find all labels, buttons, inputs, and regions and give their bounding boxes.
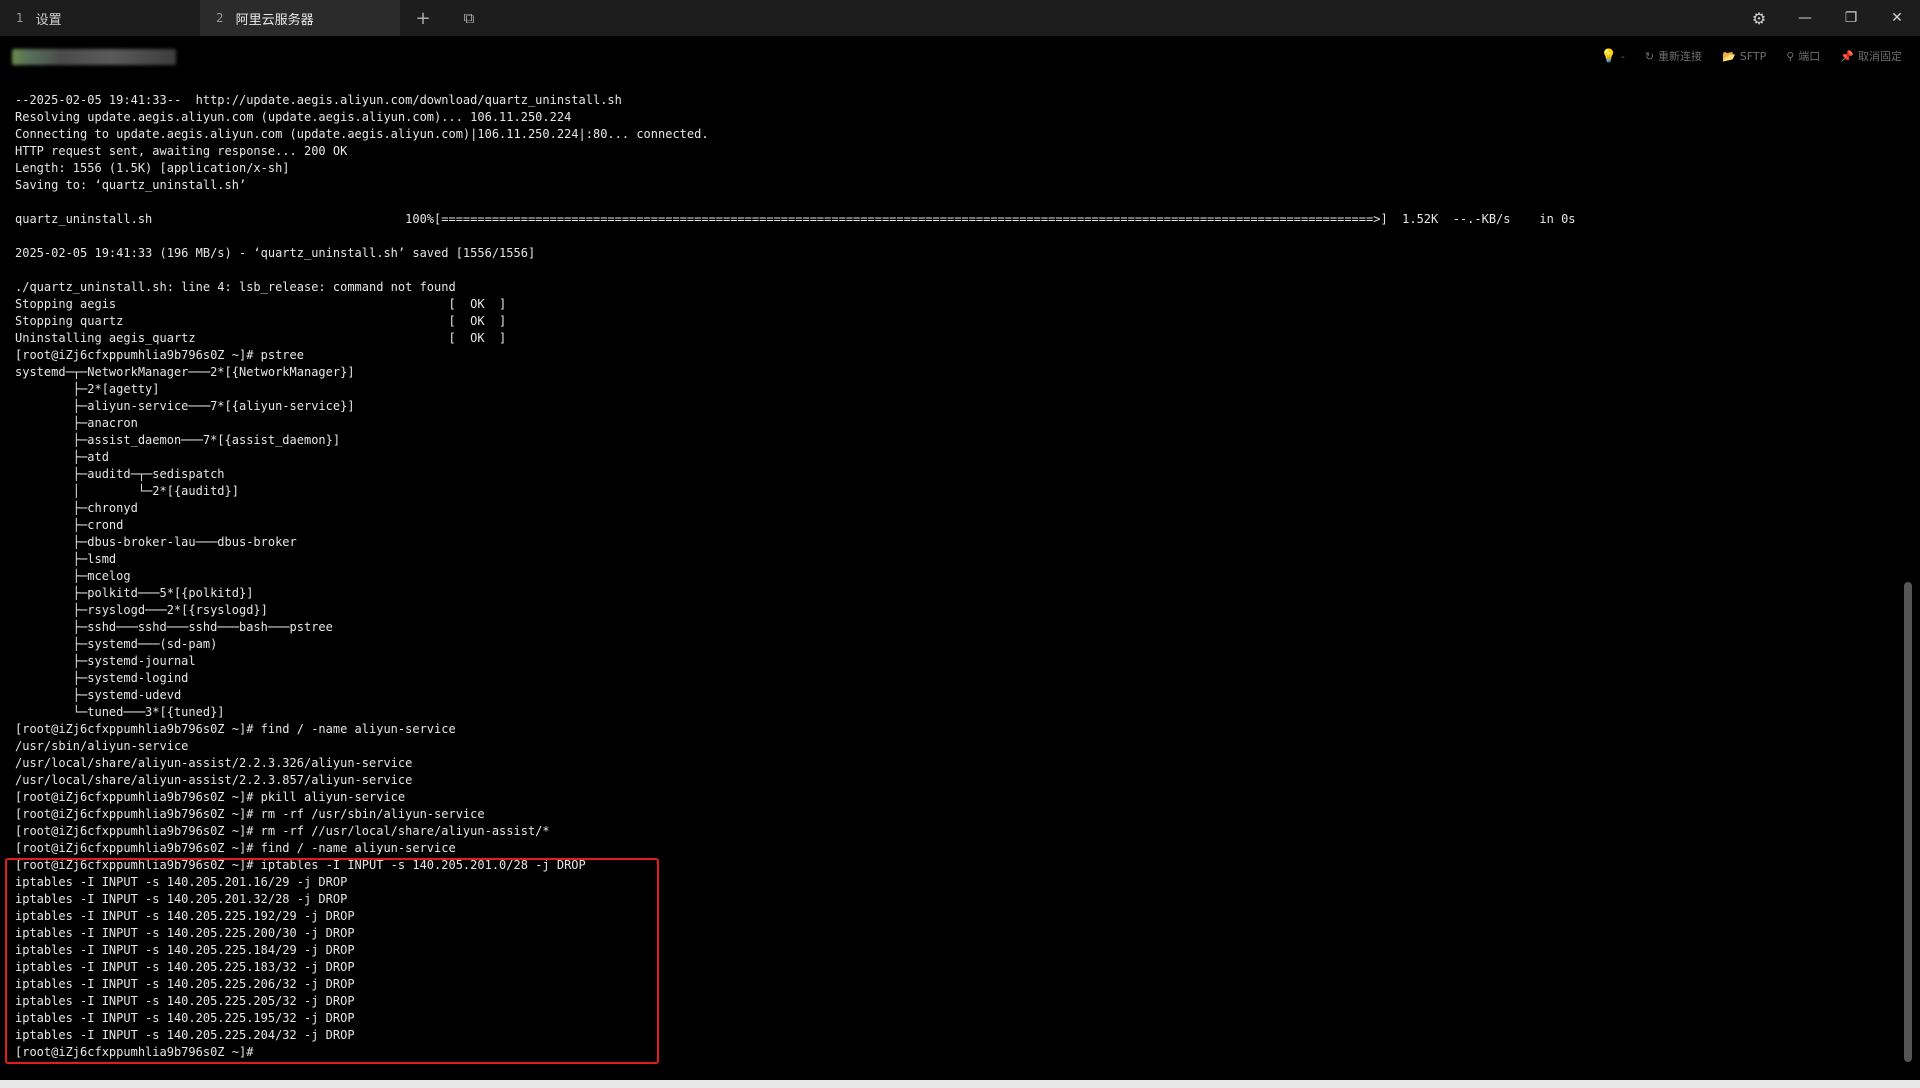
terminal-line: [root@iZj6cfxppumhlia9b796s0Z ~]# rm -rf… [15,824,550,838]
terminal-line: ├─systemd-logind [15,671,189,685]
terminal-line: /usr/local/share/aliyun-assist/2.2.3.326… [15,756,413,770]
terminal-line: systemd─┬─NetworkManager───2*[{NetworkMa… [15,365,355,379]
terminal-line: --2025-02-05 19:41:33-- http://update.ae… [15,93,622,107]
terminal-line: ./quartz_uninstall.sh: line 4: lsb_relea… [15,280,456,294]
terminal-line: [root@iZj6cfxppumhlia9b796s0Z ~]# pstree [15,348,304,362]
terminal-line: ├─chronyd [15,501,138,515]
terminal-line: ├─systemd-udevd [15,688,182,702]
terminal-line: /usr/local/share/aliyun-assist/2.2.3.857… [15,773,413,787]
terminal-line: ├─lsmd [15,552,117,566]
terminal-line: ├─dbus-broker-lau───dbus-broker [15,535,297,549]
plus-icon[interactable]: + [400,0,446,36]
terminal-line: ├─assist_daemon───7*[{assist_daemon}] [15,433,341,447]
terminal-line: 2025-02-05 19:41:33 (196 MB/s) - ‘quartz… [15,246,536,260]
status-bar [0,1080,1920,1088]
terminal-line: HTTP request sent, awaiting response... … [15,144,348,158]
sftp-button[interactable]: 📂 SFTP [1722,50,1766,63]
refresh-icon: ↻ [1644,49,1655,63]
tab-label: 阿里云服务器 [235,12,314,28]
terminal-line: quartz_uninstall.sh 100%[===============… [15,212,1576,226]
close-icon[interactable]: ✕ [1874,0,1920,36]
terminal-line: ├─auditd─┬─sedispatch [15,467,225,481]
tab-number: 1 [16,11,24,25]
terminal-line: │ └─2*[{auditd}] [15,484,239,498]
terminal-line: └─tuned───3*[{tuned}] [15,705,225,719]
host-name-redacted [12,49,176,65]
tab-label: 设置 [35,12,62,28]
terminal-line: Resolving update.aegis.aliyun.com (updat… [15,110,572,124]
terminal-line: /usr/sbin/aliyun-service [15,739,189,753]
terminal-line: ├─sshd───sshd───sshd───bash───pstree [15,620,333,634]
gear-icon[interactable]: ⚙ [1736,0,1782,36]
maximize-icon[interactable]: ❐ [1828,0,1874,36]
port-icon: ⚲ [1786,49,1795,63]
terminal-line: Saving to: ‘quartz_uninstall.sh’ [15,178,247,192]
folder-icon: 📂 [1722,49,1736,63]
window-icon[interactable]: ⧉ [446,0,492,36]
terminal-line: [root@iZj6cfxppumhlia9b796s0Z ~]# find /… [15,722,456,736]
terminal-line: ├─systemd───(sd-pam) [15,637,218,651]
terminal-line: Stopping quartz [ OK ] [15,314,507,328]
hint-button[interactable]: 💡 - [1601,49,1625,64]
terminal-line: ├─systemd-journal [15,654,196,668]
terminal-line: [root@iZj6cfxppumhlia9b796s0Z ~]# pkill … [15,790,406,804]
terminal-line: ├─polkitd───5*[{polkitd}] [15,586,254,600]
hint-suffix: - [1620,49,1625,63]
unpin-button[interactable]: 📌 取消固定 [1840,48,1902,64]
terminal-line: ├─anacron [15,416,138,430]
pin-icon: 📌 [1840,49,1854,63]
minimize-icon[interactable]: — [1782,0,1828,36]
terminal-line: ├─atd [15,450,109,464]
unpin-label: 取消固定 [1858,50,1902,63]
terminal-line: [root@iZj6cfxppumhlia9b796s0Z ~]# rm -rf… [15,807,485,821]
terminal-line: ├─rsyslogd───2*[{rsyslogd}] [15,603,268,617]
tab-number: 2 [216,11,224,25]
terminal-line: Length: 1556 (1.5K) [application/x-sh] [15,161,290,175]
terminal-line: ├─2*[agetty] [15,382,160,396]
port-button[interactable]: ⚲ 端口 [1786,48,1820,64]
terminal-line: ├─mcelog [15,569,131,583]
session-toolbar: 💡 - ↻ 重新连接 📂 SFTP ⚲ 端口 📌 取消固定 [0,36,1920,78]
reconnect-button[interactable]: ↻ 重新连接 [1645,48,1702,64]
tab-aliyun-server[interactable]: 2 阿里云服务器 [200,0,400,36]
toolbar-actions: 💡 - ↻ 重新连接 📂 SFTP ⚲ 端口 📌 取消固定 [1601,48,1902,64]
terminal-line: Connecting to update.aegis.aliyun.com (u… [15,127,709,141]
scrollbar-thumb[interactable] [1904,582,1912,1062]
tab-settings[interactable]: 1 设置 [0,0,200,36]
reconnect-label: 重新连接 [1658,50,1703,63]
lightbulb-icon: 💡 [1600,48,1617,64]
tab-bar: 1 设置 2 阿里云服务器 + ⧉ ⚙ — ❐ ✕ [0,0,1920,36]
terminal-line: [root@iZj6cfxppumhlia9b796s0Z ~]# find /… [15,841,456,855]
window-controls: ⚙ — ❐ ✕ [1736,0,1920,36]
highlight-annotation-box [5,858,659,1064]
terminal-line: ├─aliyun-service───7*[{aliyun-service}] [15,399,355,413]
terminal-line: Stopping aegis [ OK ] [15,297,507,311]
port-label: 端口 [1798,50,1821,63]
sftp-label: SFTP [1739,49,1767,63]
terminal-line: Uninstalling aegis_quartz [ OK ] [15,331,507,345]
terminal-line: ├─crond [15,518,124,532]
